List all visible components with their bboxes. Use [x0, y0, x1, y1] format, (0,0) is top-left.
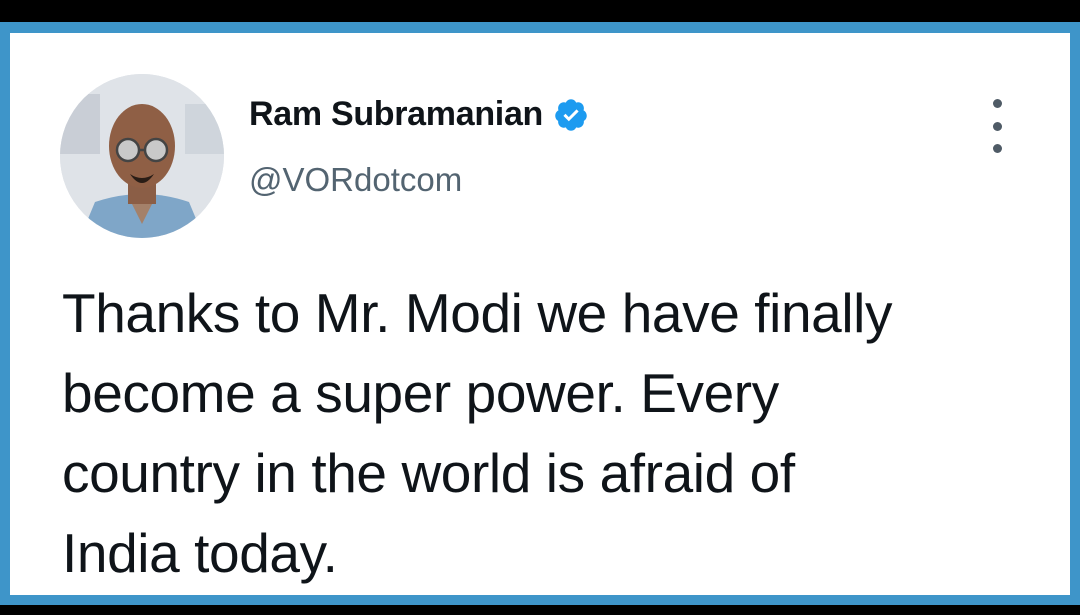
author-handle[interactable]: @VORdotcom	[249, 161, 462, 199]
vertical-ellipsis-icon	[992, 99, 1002, 108]
author-avatar[interactable]	[60, 74, 224, 238]
more-options-button[interactable]	[982, 99, 1012, 153]
author-display-name[interactable]: Ram Subramanian	[249, 95, 543, 134]
ellipsis-dot	[992, 144, 1002, 153]
author-name-row: Ram Subramanian	[249, 95, 589, 134]
ellipsis-dot	[992, 121, 1002, 131]
tweet-screenshot-frame: Ram Subramanian @VORdotcom Thanks to Mr.…	[0, 22, 1080, 605]
tweet-card: Ram Subramanian @VORdotcom Thanks to Mr.…	[10, 33, 1070, 595]
tweet-text: Thanks to Mr. Modi we have finally becom…	[62, 282, 893, 584]
profile-photo-icon	[60, 74, 224, 238]
verified-badge-icon	[555, 98, 587, 131]
